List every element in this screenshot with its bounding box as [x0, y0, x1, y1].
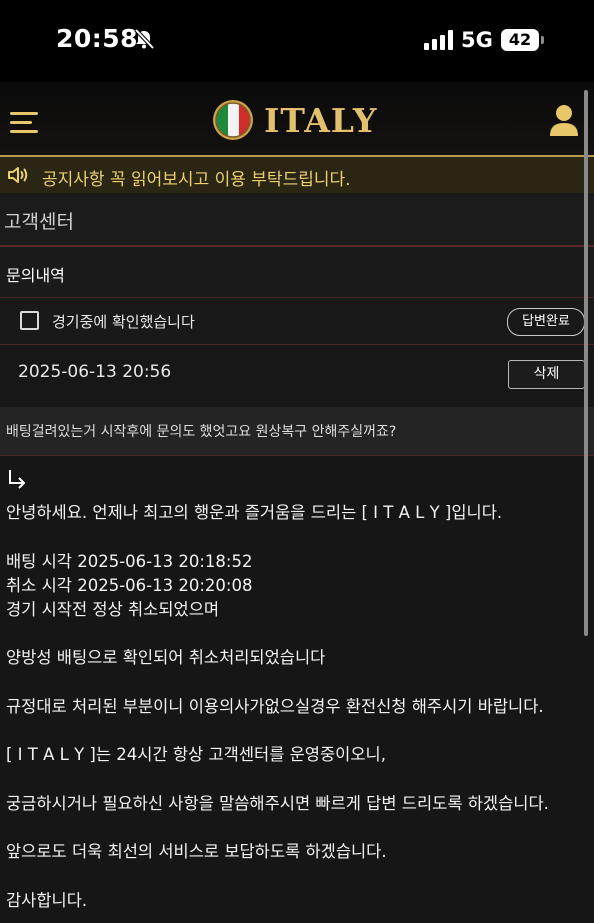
- bell-muted-icon: [134, 28, 155, 50]
- network-type: 5G: [461, 28, 493, 52]
- question-text: 배팅걸려있는거 시작후에 문의도 했엇고요 원상복구 안해주실꺼죠?: [6, 424, 397, 440]
- inquiry-checkbox[interactable]: [20, 311, 39, 330]
- scrollbar[interactable]: [584, 90, 588, 636]
- answer-line: 취소 시각 2025-06-13 20:20:08: [6, 576, 253, 595]
- inquiry-list-header: [0, 247, 594, 298]
- answer-line: [ I T A L Y ]는 24시간 항상 고객센터를 운영중이오니,: [6, 745, 386, 764]
- delete-button[interactable]: 삭제: [508, 360, 585, 389]
- status-badge: 답변완료: [507, 308, 585, 336]
- signal-icon: [424, 30, 453, 50]
- speaker-icon: [8, 167, 28, 183]
- inquiry-subject: 경기중에 확인했습니다: [52, 313, 195, 331]
- answer-line: 앞으로도 더욱 최선의 서비스로 보답하도록 하겠습니다.: [6, 842, 387, 861]
- hamburger-menu-icon[interactable]: [10, 112, 38, 134]
- answer-line: 경기 시작전 정상 취소되었으며: [6, 600, 220, 619]
- answer-line: 감사합니다.: [6, 891, 88, 910]
- status-time: 20:58: [56, 24, 139, 53]
- notice-text: 공지사항 꼭 읽어보시고 이용 부탁드립니다.: [42, 170, 351, 190]
- site-logo[interactable]: ITALY: [264, 101, 377, 140]
- battery-level: 42: [501, 29, 539, 51]
- user-icon[interactable]: [548, 104, 580, 138]
- page-title-bar: [0, 193, 594, 247]
- answer-line: 양방성 배팅으로 확인되어 취소처리되었습니다: [6, 648, 326, 667]
- italy-flag-icon: [213, 100, 253, 140]
- inquiry-datetime: 2025-06-13 20:56: [18, 362, 172, 382]
- inquiry-list-title: 문의내역: [6, 266, 65, 285]
- page-title: 고객센터: [4, 211, 74, 233]
- answer-line: 궁금하시거나 필요하신 사항을 말씀해주시면 빠르게 답변 드리도록 하겠습니다…: [6, 794, 549, 813]
- answer-line: 안녕하세요. 언제나 최고의 행운과 즐거움을 드리는 [ I T A L Y …: [6, 503, 503, 522]
- answer-line: 배팅 시각 2025-06-13 20:18:52: [6, 552, 253, 571]
- battery-icon: 42: [501, 29, 545, 51]
- answer-line: 규정대로 처리된 부분이니 이용의사가없으실경우 환전신청 해주시기 바랍니다.: [6, 697, 544, 716]
- reply-arrow-icon: [9, 470, 26, 489]
